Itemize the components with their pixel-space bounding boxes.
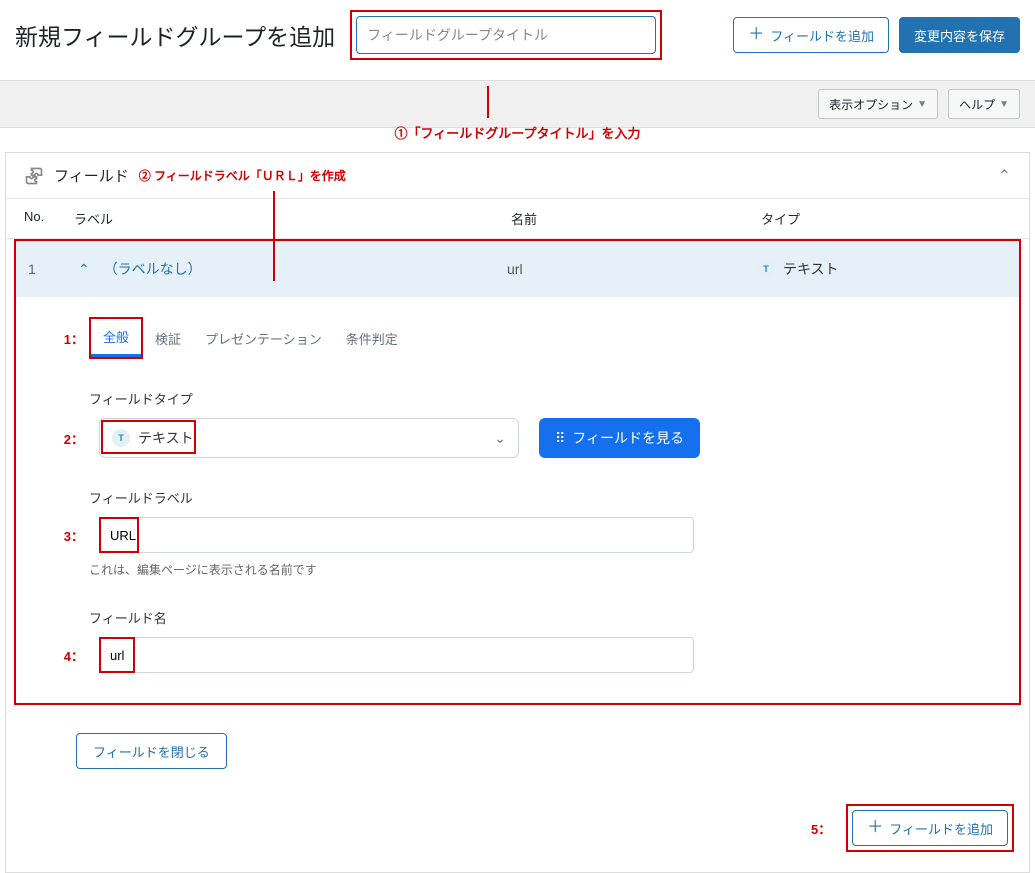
field-name-cell: url [507,261,757,277]
header-buttons: ＋ フィールドを追加 変更内容を保存 [733,17,1020,53]
page-title: 新規フィールドグループを追加 [15,18,335,52]
field-type-value: テキスト [138,428,194,448]
view-fields-button[interactable]: ⠿ フィールドを見る [539,418,700,458]
field-editor-highlight: 1 ⌃ （ラベルなし） url T テキスト 1： 全般 検証 [14,239,1021,705]
page-header: 新規フィールドグループを追加 ＋ フィールドを追加 変更内容を保存 [0,0,1035,80]
help-button[interactable]: ヘルプ ▼ [948,89,1020,119]
field-type-label: フィールドタイプ [56,389,999,408]
annotation-line-2 [273,191,275,281]
step-2-marker: 2： [56,429,84,448]
chevron-up-icon[interactable]: ⌃ [78,261,90,277]
field-label-group: フィールドラベル 3： これは、編集ページに表示される名前です [56,488,999,578]
field-type-select[interactable]: T テキスト ⌄ [99,418,519,458]
collapse-chevron-icon[interactable]: ⌃ [998,166,1011,186]
panel-header: フィールド ② フィールドラベル「ＵＲＬ」を作成 ⌃ [6,153,1029,199]
step-1-marker: 1： [56,329,84,348]
tab-presentation[interactable]: プレゼンテーション [193,321,334,356]
grid-icon: ⠿ [555,430,564,447]
tab-conditional[interactable]: 条件判定 [334,321,410,356]
field-type-select-wrap: T テキスト ⌄ [99,418,519,458]
field-name-input[interactable] [99,637,694,673]
annotation-step1: ①「フィールドグループタイトル」を入力 [0,123,1035,142]
text-type-icon: T [757,260,775,278]
field-label-link[interactable]: （ラベルなし） [104,261,202,277]
tab-validation[interactable]: 検証 [143,321,193,356]
field-label-input[interactable] [99,517,694,553]
close-field-row: フィールドを閉じる [6,713,1029,789]
add-field-highlight: ＋ フィールドを追加 [846,804,1014,852]
step-3-marker: 3： [56,526,84,545]
field-label-cell: ⌃ （ラベルなし） [78,259,507,279]
tab-general-highlight: 全般 [89,317,143,359]
puzzle-icon [24,166,44,186]
field-editor: 1： 全般 検証 プレゼンテーション 条件判定 フィールドタイプ 2： T テキ… [16,297,1019,703]
save-changes-button[interactable]: 変更内容を保存 [899,17,1020,53]
title-input-highlight [350,10,662,60]
display-options-button[interactable]: 表示オプション ▼ [818,89,938,119]
table-header: No. ラベル 名前 タイプ [6,199,1029,239]
fields-panel: フィールド ② フィールドラベル「ＵＲＬ」を作成 ⌃ No. ラベル 名前 タイ… [5,152,1030,873]
col-no: No. [24,209,74,228]
col-name: 名前 [511,209,761,228]
secondary-bar: 表示オプション ▼ ヘルプ ▼ [0,80,1035,128]
add-field-label: フィールドを追加 [770,26,874,45]
panel-footer: 5： ＋ フィールドを追加 [6,789,1029,872]
annotation-line-1 [487,86,489,118]
col-label: ラベル [74,209,511,228]
tab-general[interactable]: 全般 [91,319,141,357]
field-label-help: これは、編集ページに表示される名前です [56,561,999,578]
add-field-button-bottom[interactable]: ＋ フィールドを追加 [852,810,1008,846]
group-title-input[interactable] [356,16,656,54]
text-type-icon: T [112,429,130,447]
field-name-group: フィールド名 4： [56,608,999,673]
field-name-label: フィールド名 [56,608,999,627]
panel-title: フィールド [54,165,129,186]
field-row[interactable]: 1 ⌃ （ラベルなし） url T テキスト [16,241,1019,297]
field-type-cell: T テキスト [757,259,1007,279]
field-type-group: フィールドタイプ 2： T テキスト ⌄ ⠿ フィールドを見る [56,389,999,458]
annotation-step2: ② フィールドラベル「ＵＲＬ」を作成 [139,167,346,184]
chevron-down-icon: ⌄ [494,430,506,447]
plus-icon: ＋ [748,27,764,43]
step-5-marker: 5： [803,819,831,838]
add-field-button-top[interactable]: ＋ フィールドを追加 [733,17,889,53]
caret-down-icon: ▼ [999,99,1009,110]
field-type-text: テキスト [783,259,839,279]
field-label-label: フィールドラベル [56,488,999,507]
plus-icon: ＋ [867,820,883,836]
field-number: 1 [28,261,78,277]
close-field-button[interactable]: フィールドを閉じる [76,733,227,769]
caret-down-icon: ▼ [917,99,927,110]
col-type: タイプ [761,209,1011,228]
step-4-marker: 4： [56,646,84,665]
editor-tabs: 1： 全般 検証 プレゼンテーション 条件判定 [56,317,999,359]
